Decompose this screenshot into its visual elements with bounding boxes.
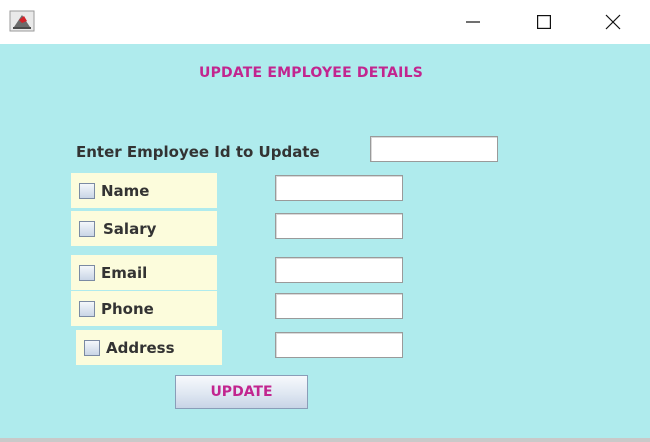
address-checkbox-label: Address bbox=[106, 338, 175, 357]
email-checkbox-label: Email bbox=[101, 263, 148, 282]
phone-input[interactable] bbox=[275, 293, 403, 319]
address-checkbox[interactable] bbox=[84, 339, 100, 356]
close-button[interactable] bbox=[590, 0, 636, 44]
address-input[interactable] bbox=[275, 332, 403, 358]
email-input[interactable] bbox=[275, 257, 403, 283]
application-window: UPDATE EMPLOYEE DETAILS Enter Employee I… bbox=[0, 0, 650, 442]
name-checkbox-label: Name bbox=[101, 181, 150, 200]
phone-checkbox-label: Phone bbox=[101, 299, 154, 318]
salary-checkbox[interactable] bbox=[79, 220, 95, 237]
form-heading: UPDATE EMPLOYEE DETAILS bbox=[199, 65, 423, 81]
employee-id-label: Enter Employee Id to Update bbox=[76, 143, 320, 161]
close-icon bbox=[605, 14, 621, 30]
maximize-icon bbox=[537, 15, 551, 29]
email-checkbox[interactable] bbox=[79, 264, 95, 281]
update-button[interactable]: UPDATE bbox=[175, 375, 308, 409]
minimize-button[interactable] bbox=[450, 0, 496, 44]
phone-checkbox-option[interactable]: Phone bbox=[71, 291, 217, 326]
salary-checkbox-option[interactable]: Salary bbox=[71, 211, 217, 246]
salary-input[interactable] bbox=[275, 213, 403, 239]
phone-checkbox[interactable] bbox=[79, 300, 95, 317]
name-checkbox[interactable] bbox=[79, 182, 95, 199]
title-bar bbox=[0, 0, 650, 44]
minimize-icon bbox=[466, 21, 480, 23]
maximize-button[interactable] bbox=[521, 0, 567, 44]
name-input[interactable] bbox=[275, 175, 403, 201]
name-checkbox-option[interactable]: Name bbox=[71, 173, 217, 208]
java-cup-icon bbox=[9, 10, 35, 32]
employee-id-input[interactable] bbox=[370, 136, 498, 162]
address-checkbox-option[interactable]: Address bbox=[76, 330, 222, 365]
email-checkbox-option[interactable]: Email bbox=[71, 255, 217, 290]
window-bottom-border bbox=[0, 438, 650, 442]
salary-checkbox-label: Salary bbox=[103, 219, 157, 238]
